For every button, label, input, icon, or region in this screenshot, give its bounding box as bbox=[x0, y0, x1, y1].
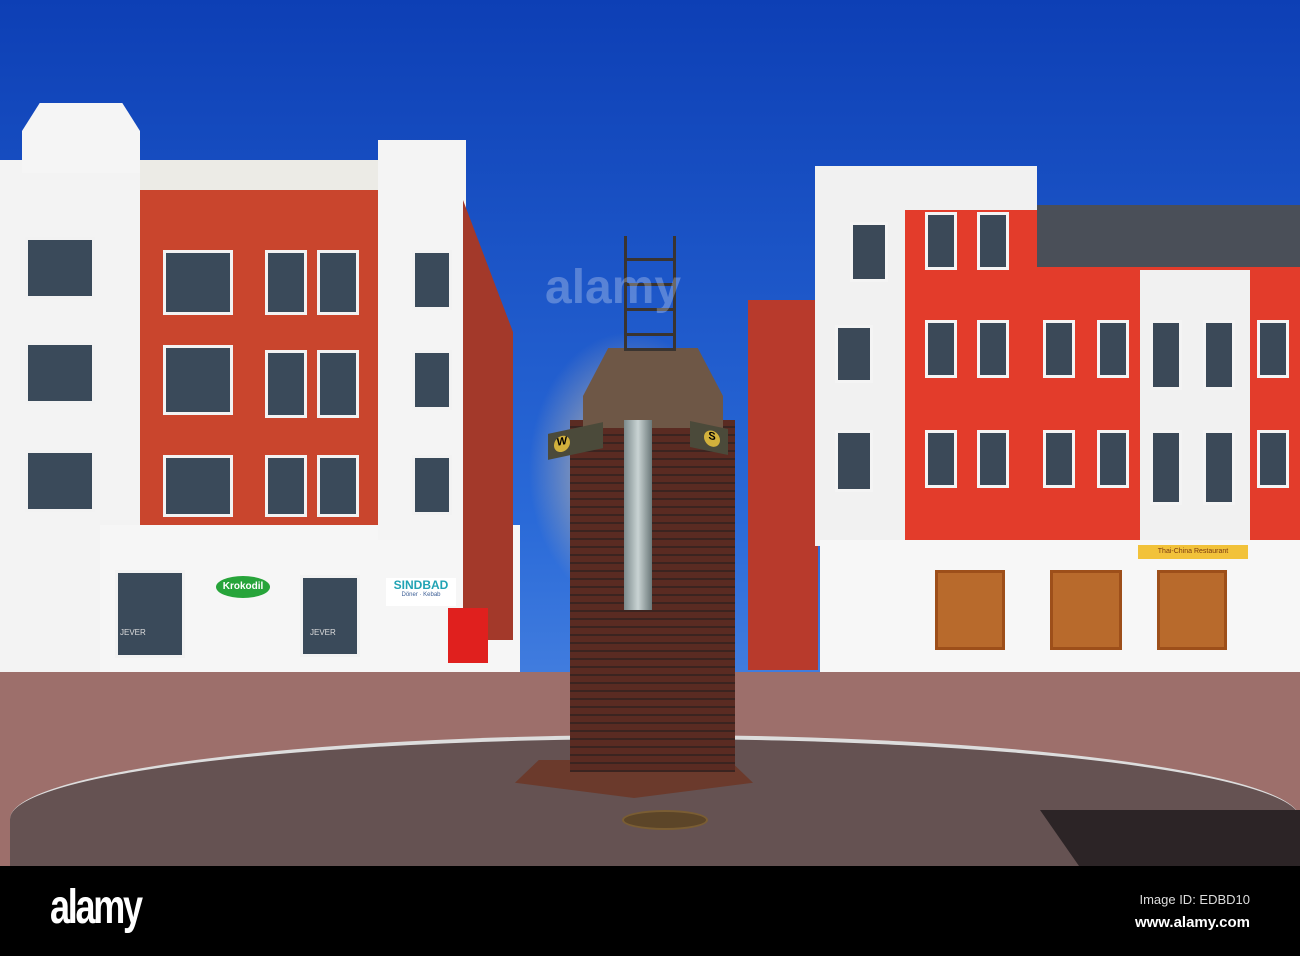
monument-roof bbox=[583, 348, 723, 428]
monument-brick-column bbox=[570, 420, 735, 772]
window bbox=[1097, 320, 1129, 378]
restaurant-window bbox=[1050, 570, 1122, 650]
window bbox=[1203, 430, 1235, 505]
monument-pipe bbox=[624, 420, 652, 610]
window bbox=[317, 350, 359, 418]
window bbox=[1257, 430, 1289, 488]
window bbox=[977, 212, 1009, 270]
window bbox=[835, 430, 873, 492]
window bbox=[25, 342, 95, 404]
sindbad-sign: SINDBAD Döner · Kebab bbox=[386, 578, 456, 606]
compass-west-label: W bbox=[554, 434, 570, 454]
window bbox=[412, 350, 452, 410]
window bbox=[850, 222, 888, 282]
restaurant-sign: Thai-China Restaurant bbox=[1138, 545, 1248, 559]
window bbox=[265, 250, 307, 315]
window bbox=[412, 455, 452, 515]
window bbox=[25, 237, 95, 299]
window bbox=[1257, 320, 1289, 378]
window bbox=[925, 212, 957, 270]
jever-sign-2: JEVER bbox=[120, 628, 146, 637]
ornament-band bbox=[140, 160, 380, 190]
window bbox=[163, 250, 233, 315]
red-kiosk bbox=[448, 608, 488, 663]
window bbox=[835, 325, 873, 383]
window bbox=[977, 430, 1009, 488]
window bbox=[412, 250, 452, 310]
window bbox=[1043, 320, 1075, 378]
window bbox=[1097, 430, 1129, 488]
window bbox=[265, 455, 307, 517]
compass-south-label: S bbox=[704, 428, 720, 449]
window bbox=[317, 250, 359, 315]
brick-street-row bbox=[463, 200, 513, 640]
window bbox=[977, 320, 1009, 378]
image-id: Image ID: EDBD10 bbox=[1139, 892, 1250, 907]
window bbox=[925, 430, 957, 488]
photo-scene: Krokodil SINDBAD Döner · Kebab JEVER JEV… bbox=[0, 0, 1300, 866]
window bbox=[1203, 320, 1235, 390]
jever-sign: JEVER bbox=[310, 628, 336, 637]
sindbad-title: SINDBAD bbox=[393, 578, 449, 592]
window bbox=[1043, 430, 1075, 488]
slate-roof bbox=[1037, 205, 1300, 267]
watermark-text: alamy bbox=[545, 261, 682, 314]
restaurant-window bbox=[935, 570, 1005, 650]
window bbox=[1150, 430, 1182, 505]
window bbox=[115, 570, 185, 658]
alamy-url: www.alamy.com bbox=[1134, 914, 1250, 931]
far-right-red-row bbox=[748, 300, 818, 670]
window bbox=[265, 350, 307, 418]
watermark-bar: alamy Image ID: EDBD10 www.alamy.com bbox=[0, 866, 1300, 956]
window bbox=[25, 450, 95, 512]
krokodil-sign: Krokodil bbox=[216, 576, 270, 598]
window bbox=[163, 455, 233, 517]
manhole-cover bbox=[622, 810, 708, 830]
shadow bbox=[1040, 810, 1300, 866]
window bbox=[163, 345, 233, 415]
alamy-logo: alamy bbox=[50, 881, 143, 934]
window bbox=[925, 320, 957, 378]
left-gable bbox=[22, 103, 140, 173]
window bbox=[300, 575, 360, 657]
sindbad-subtitle: Döner · Kebab bbox=[401, 592, 441, 598]
window bbox=[317, 455, 359, 517]
window bbox=[1150, 320, 1182, 390]
restaurant-window bbox=[1157, 570, 1227, 650]
